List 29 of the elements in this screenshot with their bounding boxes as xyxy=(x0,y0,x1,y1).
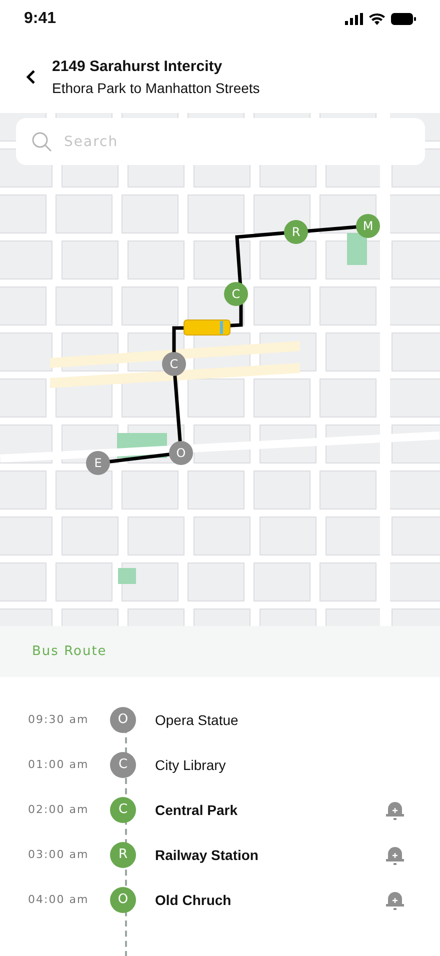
add-alert-button[interactable] xyxy=(386,800,404,820)
bus-icon xyxy=(184,320,230,336)
stop-marker: R xyxy=(110,842,136,868)
stop-marker: O xyxy=(110,886,136,912)
stop-time: 01:00 am xyxy=(28,758,90,771)
back-button[interactable] xyxy=(24,68,38,86)
stop-marker: C xyxy=(110,752,136,778)
add-alert-button[interactable] xyxy=(386,890,404,910)
stop-marker: O xyxy=(110,706,136,732)
signal-icon xyxy=(345,13,363,25)
section-title: Bus Route xyxy=(32,644,107,659)
search-icon xyxy=(32,132,52,152)
battery-icon xyxy=(391,13,416,25)
route-title: 2149 Sarahurst Intercity xyxy=(52,58,224,74)
stop-marker: C xyxy=(110,796,136,822)
stop-time: 04:00 am xyxy=(28,893,90,906)
stop-time: 02:00 am xyxy=(28,803,90,816)
stop-name[interactable]: Opera Statue xyxy=(155,712,440,728)
stop-time: 03:00 am xyxy=(28,848,90,861)
stop-time: 09:30 am xyxy=(28,713,90,726)
route-subtitle: Ethora Park to Manhatton Streets xyxy=(52,80,260,96)
stop-name[interactable]: City Library xyxy=(155,756,440,772)
add-alert-button[interactable] xyxy=(386,844,404,864)
stop-name[interactable]: Railway Station xyxy=(155,846,386,862)
status-time: 9:41 xyxy=(24,10,56,28)
stop-name[interactable]: Old Chruch xyxy=(155,892,386,908)
search-field[interactable]: Search xyxy=(16,118,425,165)
wifi-icon xyxy=(369,13,385,25)
stop-name[interactable]: Central Park xyxy=(155,802,386,818)
